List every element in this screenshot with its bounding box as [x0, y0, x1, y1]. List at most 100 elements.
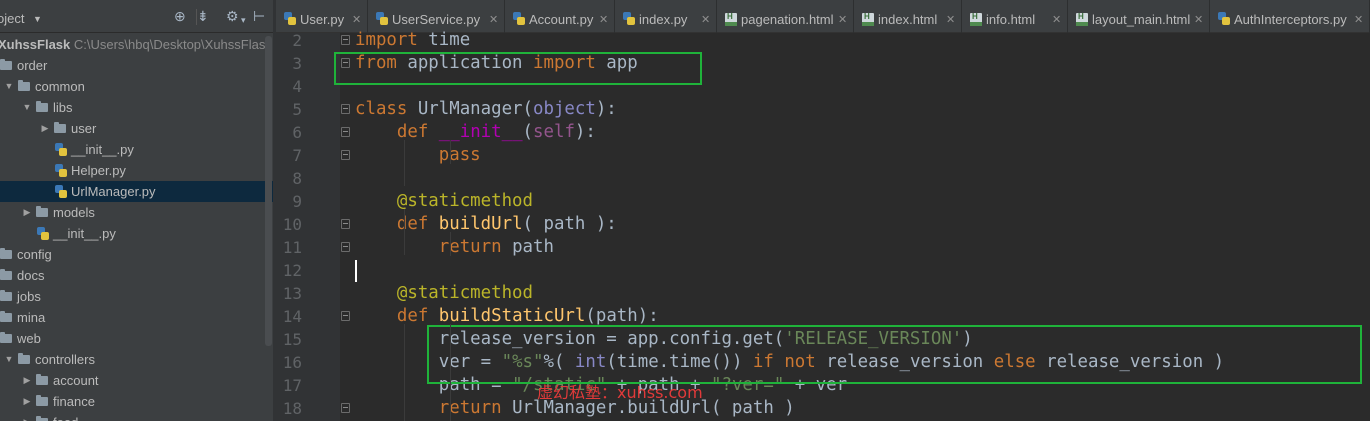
html-icon [970, 12, 982, 26]
fold-marker-icon[interactable] [341, 219, 350, 229]
tree-item-label: finance [53, 394, 95, 409]
indent-guide [404, 140, 405, 186]
indent-guide [404, 324, 405, 421]
tree-item[interactable]: ▶ finance [0, 391, 273, 412]
chevron-down-icon[interactable]: ▼ [4, 349, 14, 370]
chevron-down-icon[interactable]: ▼ [33, 14, 42, 24]
tree-item[interactable]: XuhssFlask C:\Users\hbq\Desktop\XuhssFla… [0, 34, 273, 55]
chevron-right-icon[interactable]: ▶ [22, 370, 32, 391]
indent-guide [450, 232, 451, 256]
tree-item[interactable]: ▼ controllers [0, 349, 273, 370]
tree-item[interactable]: ▼ common [0, 76, 273, 97]
chevron-right-icon[interactable]: ▶ [40, 118, 50, 139]
python-file-icon [55, 143, 67, 156]
tree-item-label: config [17, 247, 52, 262]
folder-icon [0, 269, 12, 280]
watermark-text: 虚幻私塾：xuhss.com [537, 383, 703, 402]
tree-item-label: UrlManager.py [71, 184, 156, 199]
tree-item[interactable]: Helper.py [0, 160, 273, 181]
tree-item[interactable]: __init__.py [0, 223, 273, 244]
hide-panel-icon[interactable]: ⊢ [253, 9, 265, 23]
html-icon [725, 12, 737, 26]
code-line[interactable]: @staticmethod [276, 282, 1370, 305]
tree-item[interactable]: ▶ account [0, 370, 273, 391]
code-token: pass [438, 145, 481, 165]
text-caret [355, 260, 357, 282]
tree-item[interactable]: ▶config [0, 244, 273, 265]
code-line[interactable] [276, 167, 1370, 190]
tree-item-label: order [17, 58, 48, 73]
code-text: import time [355, 29, 470, 52]
code-line[interactable]: import time [276, 29, 1370, 52]
chevron-down-icon[interactable]: ▼ [22, 97, 32, 118]
code-line[interactable]: @staticmethod [276, 190, 1370, 213]
chevron-down-icon[interactable]: ▼ [4, 76, 14, 97]
code-token: (path): [585, 306, 659, 326]
code-token: self [533, 122, 575, 142]
code-line[interactable]: pass [276, 144, 1370, 167]
project-view-selector[interactable]: oject [0, 11, 24, 26]
fold-marker-icon[interactable] [341, 35, 350, 45]
html-icon [1076, 12, 1088, 26]
code-line[interactable] [276, 259, 1370, 282]
tree-item-label: Helper.py [71, 163, 126, 178]
tree-item[interactable]: ▶ models [0, 202, 273, 223]
chevron-right-icon[interactable]: ▶ [22, 391, 32, 412]
folder-icon [0, 332, 12, 343]
python-icon [1218, 12, 1230, 25]
toolbar-divider [196, 9, 197, 25]
tree-item[interactable]: ▶ user [0, 118, 273, 139]
gear-dropdown-icon[interactable]: ▾ [241, 13, 246, 27]
tree-item-label: mina [17, 310, 46, 325]
fold-marker-icon[interactable] [341, 104, 350, 114]
tree-item[interactable]: ▶ food [0, 412, 273, 421]
code-line[interactable]: def __init__(self): [276, 121, 1370, 144]
python-file-icon [55, 164, 67, 177]
code-token: @staticmethod [396, 283, 534, 303]
locate-icon[interactable]: ⊕ [174, 9, 186, 23]
code-line[interactable]: def buildUrl( path ): [276, 213, 1370, 236]
folder-icon [0, 59, 12, 70]
code-line[interactable]: class UrlManager(object): [276, 98, 1370, 121]
fold-marker-icon[interactable] [341, 311, 350, 321]
tree-item[interactable]: UrlManager.py [0, 181, 273, 202]
code-line[interactable]: return UrlManager.buildUrl( path ) [276, 397, 1370, 420]
indent-guide [450, 140, 451, 164]
tree-item[interactable]: __init__.py [0, 139, 273, 160]
chevron-right-icon[interactable]: ▶ [22, 202, 32, 223]
folder-icon [18, 353, 30, 364]
tree-item[interactable]: ▼ libs [0, 97, 273, 118]
tree-item-label: common [35, 79, 85, 94]
folder-icon [36, 395, 48, 406]
indent-guide [404, 209, 405, 255]
code-text: def buildUrl( path ): [355, 213, 617, 236]
tree-item-label: __init__.py [53, 226, 116, 241]
project-panel: oject ▼ ⊕ ⇟ ⚙ ▾ ⊢ XuhssFlask C:\Users\hb… [0, 0, 273, 421]
fold-marker-icon[interactable] [341, 150, 350, 160]
tree-item[interactable]: ▶mina [0, 307, 273, 328]
tree-item[interactable]: ▶docs [0, 265, 273, 286]
tree-item-label: docs [17, 268, 45, 283]
collapse-all-icon[interactable]: ⇟ [197, 9, 209, 23]
sidebar-scrollbar[interactable] [265, 36, 272, 346]
code-token: @staticmethod [396, 191, 534, 211]
tree-item[interactable]: ▶jobs [0, 286, 273, 307]
chevron-right-icon[interactable]: ▶ [22, 412, 32, 421]
folder-icon [0, 248, 12, 259]
code-token: time [428, 30, 471, 50]
code-line[interactable]: return path [276, 236, 1370, 259]
gear-icon[interactable]: ⚙ [226, 9, 239, 23]
fold-marker-icon[interactable] [341, 403, 350, 413]
python-file-icon [55, 185, 67, 198]
fold-marker-icon[interactable] [341, 127, 350, 137]
fold-marker-icon[interactable] [341, 242, 350, 252]
tree-item[interactable]: ▼web [0, 328, 273, 349]
tree-item[interactable]: ▼order [0, 55, 273, 76]
code-token: ): [595, 99, 617, 119]
code-text: @staticmethod [355, 282, 533, 305]
code-editor[interactable]: 2 3 4 5 6 7 8 9 10 11 12 13 14 15 16 17 18 import time fr… [276, 30, 1370, 421]
